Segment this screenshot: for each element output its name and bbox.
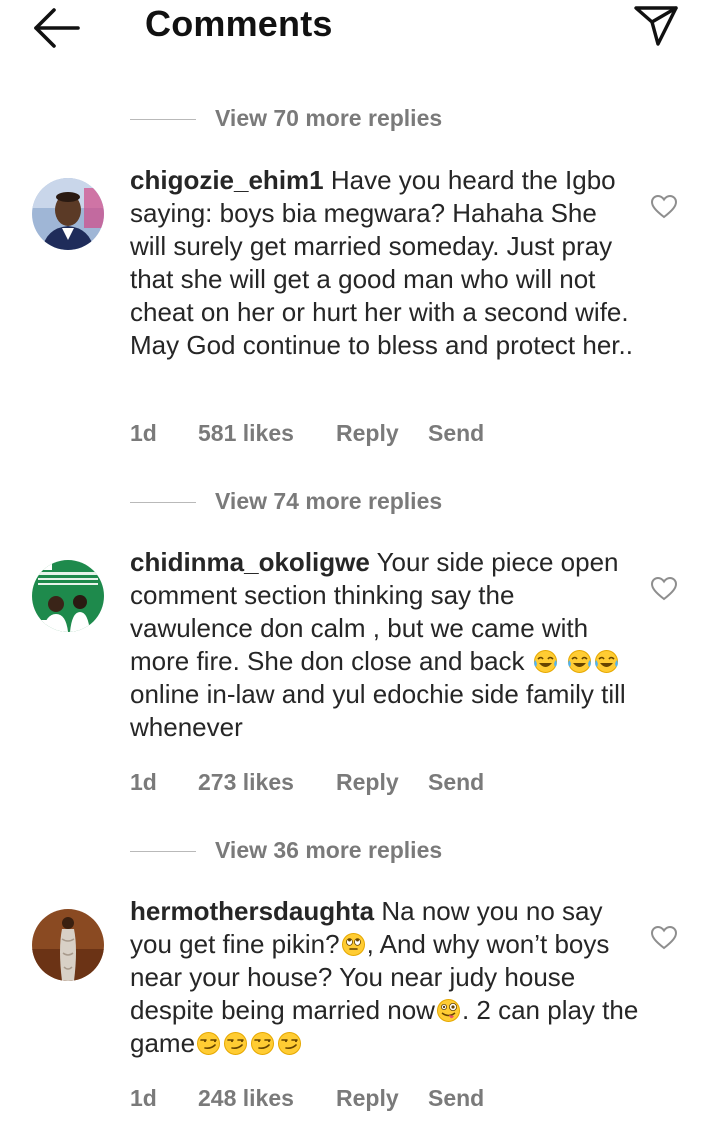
smirk-emoji [223, 1031, 248, 1056]
eye-roll-emoji [341, 932, 366, 957]
divider-line [130, 851, 196, 852]
view-more-replies[interactable]: View 74 more replies [130, 488, 530, 518]
comment-username[interactable]: hermothersdaughta [130, 896, 374, 926]
send-button[interactable]: Send [428, 420, 484, 447]
comment-timestamp: 1d [130, 1085, 157, 1111]
share-button[interactable] [632, 2, 680, 48]
reply-button[interactable]: Reply [336, 1085, 399, 1112]
comment-text: hermothersdaughta Na now you no say you … [130, 895, 640, 1060]
like-button[interactable] [650, 576, 678, 602]
view-more-replies[interactable]: View 70 more replies [130, 105, 530, 135]
heart-outline-icon [650, 925, 678, 951]
page-title: Comments [145, 3, 333, 44]
reply-button[interactable]: Reply [336, 420, 399, 447]
comment-text: chigozie_ehim1 Have you heard the Igbo s… [130, 164, 640, 362]
comment-username[interactable]: chigozie_ehim1 [130, 165, 324, 195]
smirk-emoji [250, 1031, 275, 1056]
paper-plane-icon [632, 2, 680, 48]
avatar[interactable] [32, 178, 104, 250]
smirk-emoji [196, 1031, 221, 1056]
comment-timestamp: 1d [130, 420, 157, 446]
heart-outline-icon [650, 576, 678, 602]
likes-count[interactable]: 248 likes [198, 1085, 294, 1112]
likes-count[interactable]: 581 likes [198, 420, 294, 447]
send-button[interactable]: Send [428, 1085, 484, 1112]
zany-face-emoji [436, 998, 461, 1023]
view-more-replies-label: View 36 more replies [215, 837, 443, 863]
heart-outline-icon [650, 194, 678, 220]
tears-of-joy-emoji [594, 649, 619, 674]
likes-count[interactable]: 273 likes [198, 769, 294, 796]
divider-line [130, 119, 196, 120]
tears-of-joy-emoji [533, 649, 558, 674]
comment-content: online in-law and yul edochie side famil… [130, 679, 626, 742]
view-more-replies-label: View 74 more replies [215, 488, 443, 514]
back-button[interactable] [30, 6, 82, 50]
comment-timestamp: 1d [130, 769, 157, 795]
header-bar: Comments [0, 0, 719, 56]
comment-username[interactable]: chidinma_okoligwe [130, 547, 370, 577]
view-more-replies-label: View 70 more replies [215, 105, 443, 131]
arrow-left-icon [30, 6, 82, 50]
send-button[interactable]: Send [428, 769, 484, 796]
avatar[interactable] [32, 560, 104, 632]
tears-of-joy-emoji [567, 649, 592, 674]
smirk-emoji [277, 1031, 302, 1056]
reply-button[interactable]: Reply [336, 769, 399, 796]
avatar[interactable] [32, 909, 104, 981]
view-more-replies[interactable]: View 36 more replies [130, 837, 530, 867]
comment-text: chidinma_okoligwe Your side piece open c… [130, 546, 640, 744]
divider-line [130, 502, 196, 503]
like-button[interactable] [650, 194, 678, 220]
like-button[interactable] [650, 925, 678, 951]
